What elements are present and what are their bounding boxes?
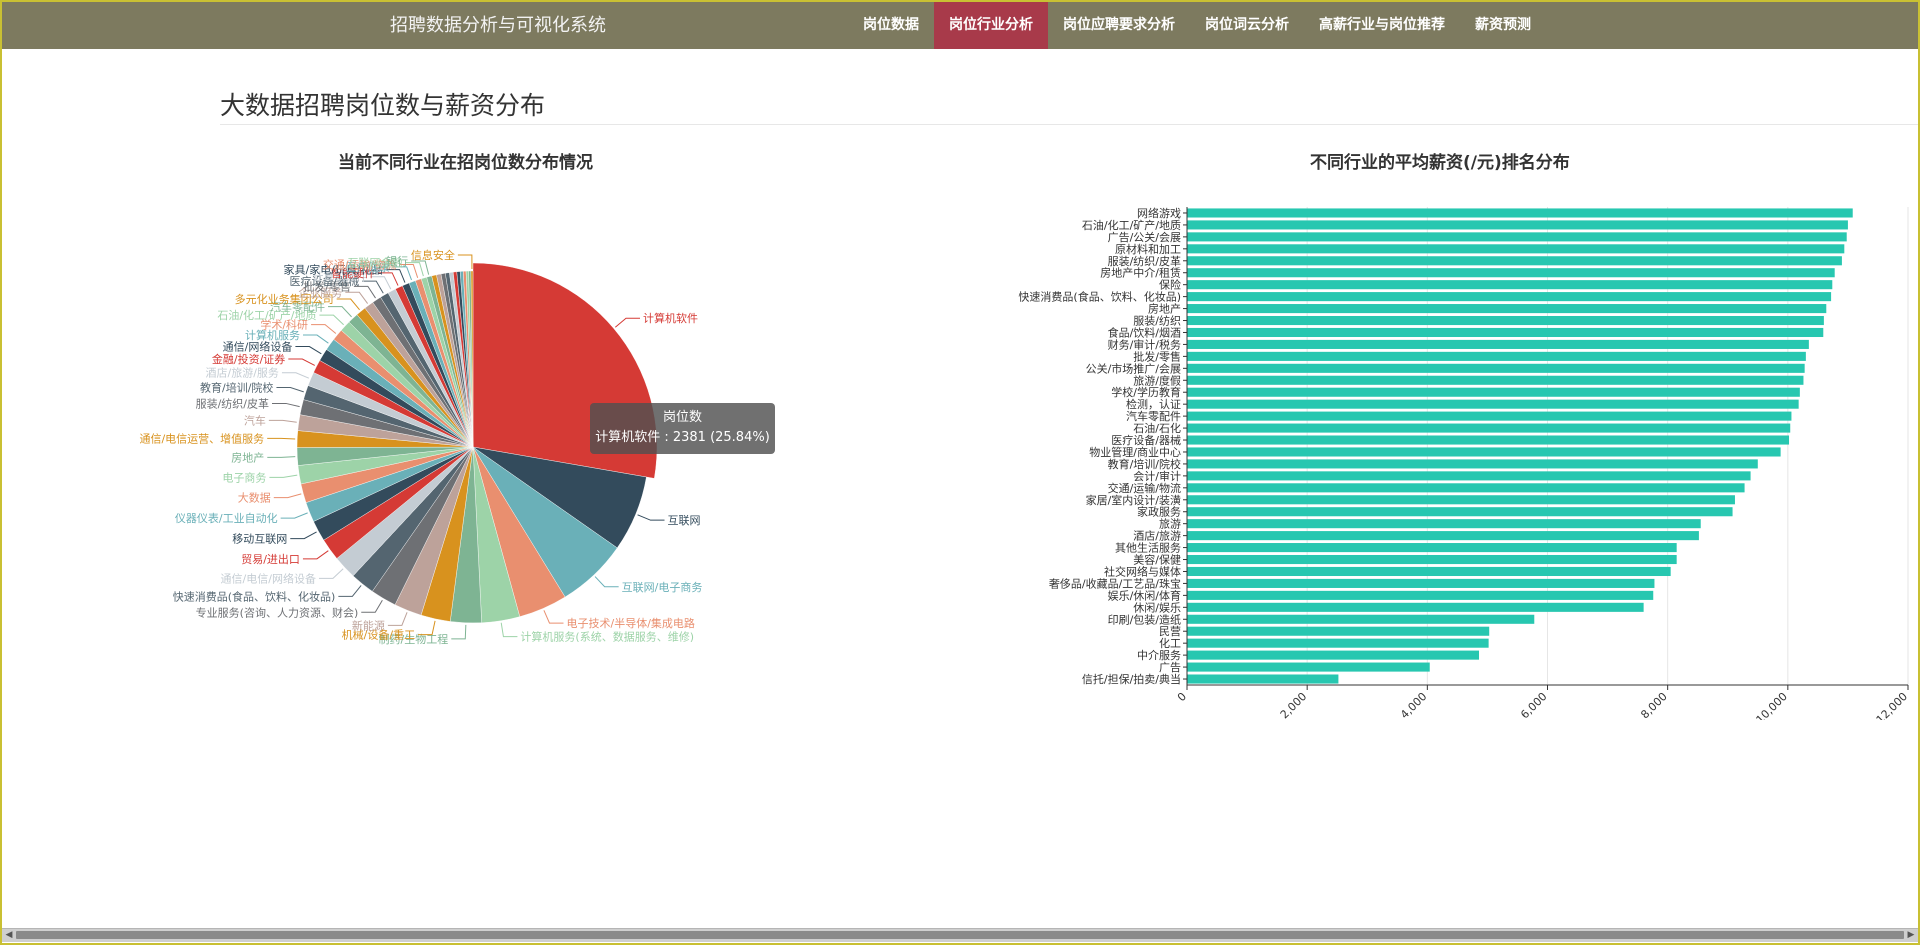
tooltip-title: 岗位数: [662, 410, 702, 425]
bar[interactable]: [1187, 590, 1654, 600]
y-axis-category-label: 快速消费品(食品、饮料、化妆品): [1018, 290, 1181, 304]
bar[interactable]: [1187, 638, 1489, 648]
bar[interactable]: [1187, 363, 1805, 373]
y-axis-category-label: 社交网络与媒体: [1104, 564, 1181, 578]
y-axis-category-label: 化工: [1159, 636, 1181, 650]
bar[interactable]: [1187, 411, 1792, 421]
y-axis-category-label: 家政服务: [1137, 505, 1181, 519]
x-axis-tick-label: 4,000: [1398, 690, 1429, 720]
y-axis-category-label: 原材料和加工: [1115, 242, 1181, 256]
scroll-thumb[interactable]: [16, 931, 1904, 939]
scroll-left-arrow-icon[interactable]: ◀: [3, 929, 15, 941]
bar[interactable]: [1187, 292, 1832, 302]
y-axis-category-label: 服装/纺织: [1133, 314, 1181, 328]
y-axis-category-label: 家居/室内设计/装潢: [1086, 493, 1181, 507]
y-axis-category-label: 汽车零配件: [1126, 409, 1181, 423]
bar[interactable]: [1187, 387, 1800, 397]
y-axis-category-label: 服装/纺织/皮革: [1108, 254, 1181, 268]
y-axis-category-label: 教育/培训/院校: [1108, 457, 1181, 471]
bar[interactable]: [1187, 471, 1751, 481]
bar[interactable]: [1187, 268, 1835, 278]
bar[interactable]: [1187, 507, 1733, 517]
bar[interactable]: [1187, 650, 1480, 660]
y-axis-category-label: 医疗设备/器械: [1111, 433, 1181, 447]
y-axis-category-label: 公关/市场推广/会展: [1086, 361, 1181, 375]
bar[interactable]: [1187, 674, 1339, 684]
y-axis-category-label: 财务/审计/税务: [1108, 337, 1181, 351]
y-axis-category-label: 酒店/旅游: [1133, 529, 1181, 543]
bar[interactable]: [1187, 327, 1824, 338]
bar[interactable]: [1187, 543, 1677, 553]
y-axis-category-label: 奢侈品/收藏品/工艺品/珠宝: [1049, 576, 1181, 590]
tooltip-body: 计算机软件 : 2381 (25.84%): [595, 430, 770, 445]
y-axis-category-label: 广告/公关/会展: [1108, 230, 1181, 244]
bar[interactable]: [1187, 280, 1833, 290]
bar[interactable]: [1187, 459, 1758, 469]
y-axis-category-label: 交通/运输/物流: [1108, 481, 1181, 495]
y-axis-category-label: 信托/担保/拍卖/典当: [1082, 672, 1181, 686]
y-axis-category-label: 休闲/娱乐: [1133, 600, 1181, 614]
y-axis-category-label: 石油/石化: [1133, 421, 1181, 435]
x-axis-tick-label: 6,000: [1518, 690, 1549, 720]
bar[interactable]: [1187, 256, 1842, 266]
pie-tooltip: 岗位数 计算机软件 : 2381 (25.84%): [590, 403, 775, 454]
horizontal-scrollbar[interactable]: ◀ ▶: [2, 928, 1918, 942]
y-axis-category-label: 美容/保健: [1133, 553, 1181, 567]
bar[interactable]: [1187, 208, 1853, 218]
bar[interactable]: [1187, 578, 1655, 588]
y-axis-category-label: 其他生活服务: [1115, 541, 1181, 555]
y-axis-category-label: 民营: [1159, 624, 1181, 638]
y-axis-category-label: 保险: [1159, 278, 1181, 292]
x-axis-tick-label: 2,000: [1278, 690, 1309, 720]
y-axis-category-label: 物业管理/商业中心: [1089, 445, 1181, 459]
y-axis-category-label: 批发/零售: [1133, 349, 1181, 363]
y-axis-category-label: 学校/学历教育: [1111, 385, 1181, 399]
y-axis-category-label: 旅游/度假: [1133, 373, 1181, 387]
y-axis-category-label: 检测，认证: [1126, 397, 1181, 411]
scroll-right-arrow-icon[interactable]: ▶: [1905, 929, 1917, 941]
y-axis-category-label: 娱乐/休闲/体育: [1108, 588, 1181, 602]
bar[interactable]: [1187, 614, 1535, 624]
bar[interactable]: [1187, 626, 1490, 636]
bar[interactable]: [1187, 495, 1735, 505]
y-axis-category-label: 网络游戏: [1137, 206, 1181, 220]
bar[interactable]: [1187, 662, 1430, 672]
bar[interactable]: [1187, 602, 1644, 612]
y-axis-category-label: 房地产中介/租赁: [1100, 266, 1181, 280]
bar[interactable]: [1187, 304, 1827, 314]
bar[interactable]: [1187, 483, 1745, 493]
y-axis-category-label: 石油/化工/矿产/地质: [1082, 218, 1181, 232]
bar[interactable]: [1187, 531, 1699, 541]
bar[interactable]: [1187, 375, 1804, 385]
bar[interactable]: [1187, 315, 1824, 326]
bar[interactable]: [1187, 519, 1701, 529]
bar[interactable]: [1187, 423, 1791, 433]
y-axis-category-label: 印刷/包装/造纸: [1108, 612, 1181, 626]
bar[interactable]: [1187, 339, 1809, 349]
x-axis-tick-label: 12,000: [1874, 690, 1910, 720]
y-axis-category-label: 旅游: [1159, 517, 1181, 531]
x-axis-tick-label: 0: [1175, 690, 1189, 704]
y-axis-category-label: 会计/审计: [1133, 469, 1181, 483]
y-axis-category-label: 房地产: [1148, 302, 1181, 316]
x-axis-tick-label: 10,000: [1754, 690, 1790, 720]
bar[interactable]: [1187, 232, 1847, 242]
bar[interactable]: [1187, 447, 1781, 457]
bar[interactable]: [1187, 244, 1845, 254]
bar[interactable]: [1187, 435, 1790, 445]
x-axis-tick-label: 8,000: [1638, 690, 1669, 720]
bar[interactable]: [1187, 351, 1806, 361]
bar[interactable]: [1187, 399, 1799, 409]
bar[interactable]: [1187, 554, 1677, 565]
bar[interactable]: [1187, 220, 1848, 230]
bar[interactable]: [1187, 566, 1671, 577]
y-axis-category-label: 食品/饮料/烟酒: [1108, 325, 1181, 339]
bar-chart[interactable]: 0 2,000 4,000 6,000 8,000 10,000 12,000网络游戏石油/…: [0, 0, 1920, 720]
